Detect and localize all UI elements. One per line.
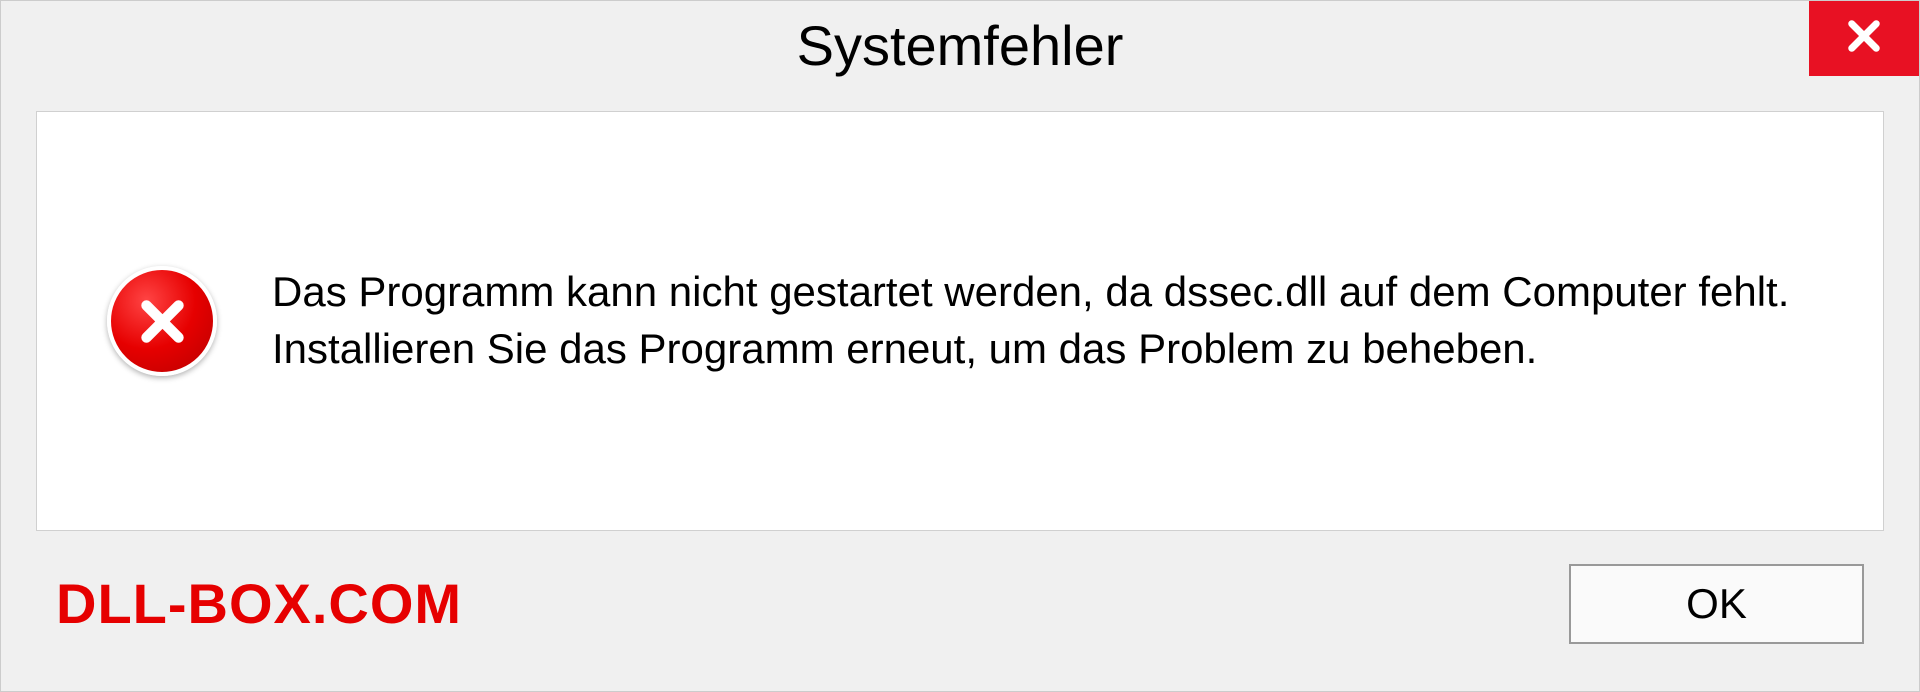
watermark-text: DLL-BOX.COM	[56, 571, 462, 636]
content-area: Das Programm kann nicht gestartet werden…	[36, 111, 1884, 531]
error-dialog: Systemfehler Das Programm kann nicht ges…	[0, 0, 1920, 692]
ok-button[interactable]: OK	[1569, 564, 1864, 644]
close-icon	[1843, 15, 1885, 62]
titlebar: Systemfehler	[1, 1, 1919, 91]
error-icon	[107, 266, 217, 376]
error-message: Das Programm kann nicht gestartet werden…	[272, 264, 1813, 377]
close-button[interactable]	[1809, 1, 1919, 76]
dialog-title: Systemfehler	[797, 13, 1124, 78]
dialog-footer: DLL-BOX.COM OK	[1, 561, 1919, 691]
